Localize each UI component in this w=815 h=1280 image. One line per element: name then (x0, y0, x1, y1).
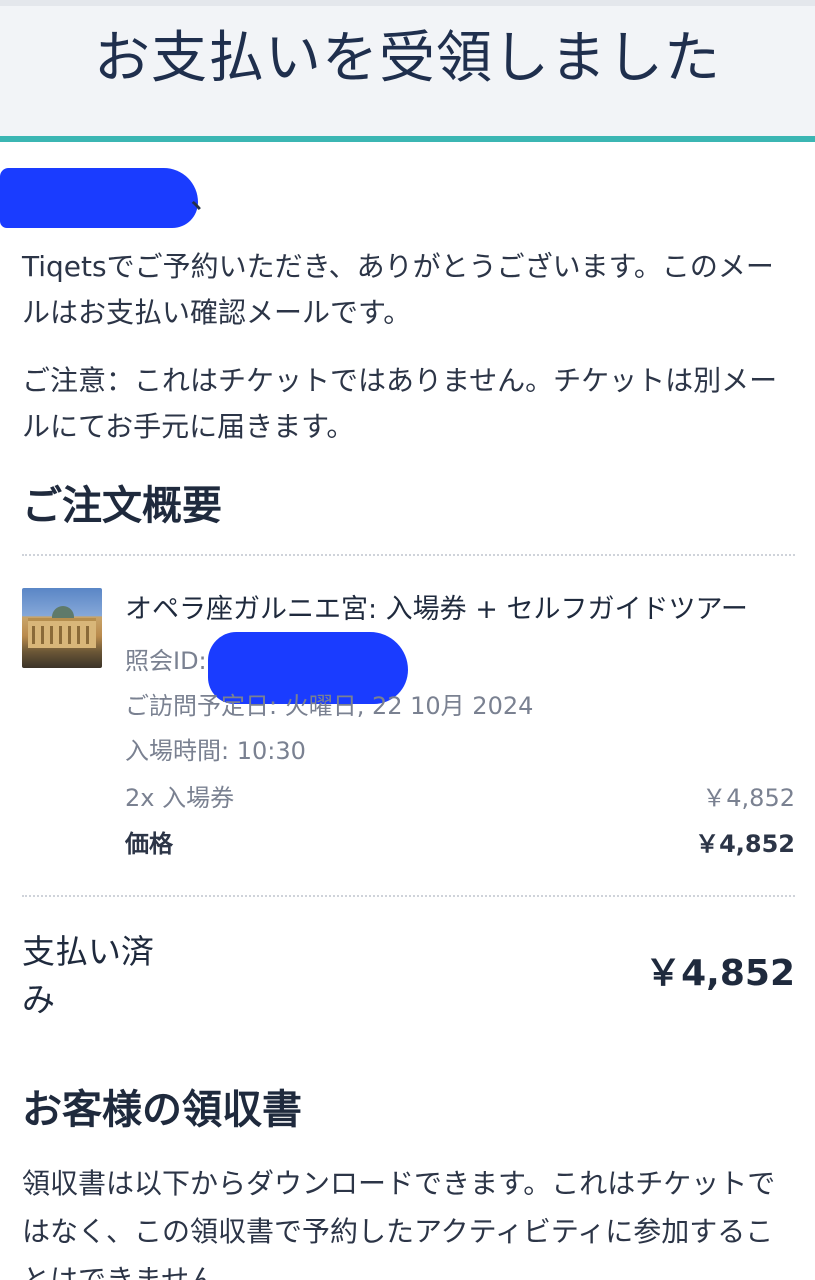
product-thumbnail[interactable] (22, 588, 102, 668)
email-header: お支払いを受領しました (0, 0, 815, 142)
divider (22, 554, 795, 556)
receipt-text: 領収書は以下からダウンロードできます。これはチケットではなく、この領収書で予約し… (22, 1167, 776, 1280)
paid-amount: ￥4,852 (645, 953, 795, 994)
entry-time: 入場時間: 10:30 (125, 737, 306, 765)
redacted-customer-name (0, 168, 198, 228)
ticket-quantity: 2x 入場券 (125, 784, 235, 812)
thumbnail-columns (32, 626, 92, 644)
paid-label: 支払い済み (22, 932, 154, 1019)
reference-id-label: 照会ID: (125, 647, 207, 675)
greeting: 、 (0, 160, 230, 230)
price-amount: ￥4,852 (695, 830, 795, 858)
header-accent-rule (0, 136, 815, 142)
order-summary-heading: ご注文概要 (22, 483, 222, 529)
ticket-quantity-amount: ￥4,852 (702, 784, 795, 812)
visit-date: ご訪問予定日: 火曜日, 22 10月 2024 (125, 692, 534, 720)
product-title[interactable]: オペラ座ガルニエ宮: 入場券 + セルフガイドツアー (125, 590, 748, 630)
divider (22, 895, 795, 897)
greeting-suffix: 、 (190, 178, 223, 216)
page-title: お支払いを受領しました (94, 26, 721, 91)
not-a-ticket-notice: ご注意：これはチケットではありません。チケットは別メールにてお手元に届きます。 (22, 364, 778, 443)
thanks-text: Tiqetsでご予約いただき、ありがとうございます。このメールはお支払い確認メー… (22, 250, 774, 329)
price-label: 価格 (125, 830, 173, 858)
receipt-heading: お客様の領収書 (22, 1087, 302, 1133)
